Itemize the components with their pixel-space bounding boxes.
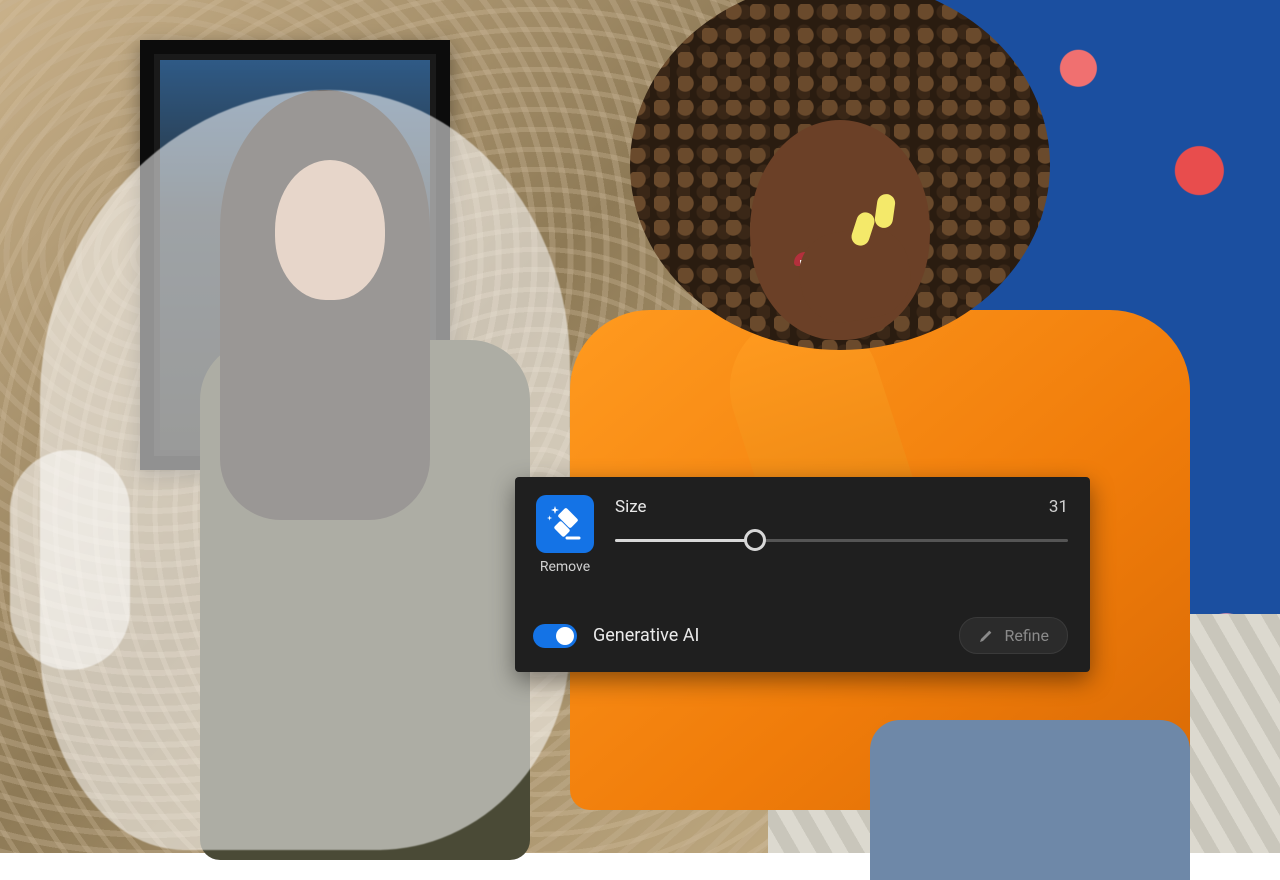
size-slider[interactable]: [615, 529, 1068, 551]
size-value: 31: [1049, 497, 1068, 517]
refine-button[interactable]: Refine: [959, 617, 1068, 654]
size-slider-thumb[interactable]: [744, 529, 766, 551]
brush-selection-mask[interactable]: [40, 90, 570, 850]
remove-tool-label: Remove: [540, 559, 590, 575]
size-label: Size: [615, 497, 647, 517]
pencil-icon: [978, 628, 994, 644]
generative-ai-label: Generative AI: [593, 625, 699, 646]
generative-ai-toggle[interactable]: [533, 624, 577, 648]
eraser-sparkle-icon: [545, 504, 585, 544]
remove-tool-button[interactable]: [536, 495, 594, 553]
toggle-knob: [556, 627, 574, 645]
remove-tool-panel: Remove Size 31 Generative AI: [515, 477, 1090, 672]
refine-label: Refine: [1004, 626, 1049, 645]
person-foreground: [550, 0, 1170, 880]
photo-canvas[interactable]: Remove Size 31 Generative AI: [0, 0, 1280, 853]
